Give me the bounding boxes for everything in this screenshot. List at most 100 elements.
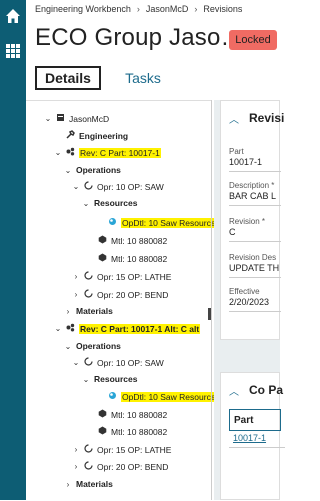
revision-description-label: Revision Des <box>229 253 277 262</box>
tree-node[interactable]: ⌄ Opr: 10 OP: SAW <box>72 357 164 368</box>
breadcrumb-item[interactable]: Engineering Workbench <box>35 4 131 14</box>
operation-icon <box>84 181 93 192</box>
page-title: ECO Group Jaso… <box>35 24 245 51</box>
tree-node[interactable]: ⌄ JasonMcD <box>44 113 110 124</box>
tree-node[interactable]: Engineering <box>54 130 128 141</box>
chevron-up-icon[interactable]: ︿ <box>229 111 239 126</box>
chevron-down-icon[interactable]: ⌄ <box>72 358 80 367</box>
tree-node[interactable]: › Materials <box>64 479 113 489</box>
chevron-down-icon[interactable]: ⌄ <box>44 114 52 123</box>
tree-node[interactable]: Mtl: 10 880082 <box>86 426 167 437</box>
chevron-down-icon[interactable]: ⌄ <box>54 324 62 333</box>
tree-node[interactable]: › Opr: 20 OP: BEND <box>72 461 168 472</box>
co-parts-section-title: Co Pa <box>249 383 284 397</box>
effective-value: 2/20/2023 <box>229 297 270 307</box>
tree-node-label: Materials <box>76 479 113 489</box>
home-icon[interactable] <box>5 8 21 24</box>
description-field[interactable]: Description * BAR CAB L <box>229 181 281 206</box>
tab-tasks[interactable]: Tasks <box>118 66 168 90</box>
description-label: Description * <box>229 181 275 190</box>
structure-tree: ⌄ JasonMcD Engineering ⌄ Rev: C Part: 10017-… <box>26 100 217 501</box>
part-field[interactable]: Part 10017-1 <box>229 147 281 172</box>
chevron-right-icon[interactable]: › <box>72 445 80 454</box>
tree-node[interactable]: › Opr: 15 OP: LATHE <box>72 271 171 282</box>
tree-node[interactable]: Mtl: 10 880082 <box>86 409 167 420</box>
chevron-down-icon[interactable]: ⌄ <box>64 166 72 175</box>
tree-node-label: Mtl: 10 880082 <box>111 409 168 420</box>
grid-column-part[interactable]: Part <box>229 409 281 431</box>
revision-description-field[interactable]: Revision Des UPDATE TH <box>229 253 281 278</box>
tree-node-label: OpDtl: 10 Saw Resource <box>121 391 217 402</box>
chevron-right-icon[interactable]: › <box>64 480 72 489</box>
nav-rail <box>0 0 26 500</box>
tree-node-label: OpDtl: 10 Saw Resource <box>121 217 217 228</box>
tree-node[interactable]: ⌄ Resources <box>82 198 138 208</box>
tree-node[interactable]: › Opr: 15 OP: LATHE <box>72 444 171 455</box>
revision-field[interactable]: Revision * C <box>229 217 281 242</box>
effective-field[interactable]: Effective 2/20/2023 <box>229 287 281 312</box>
tree-node-label: Resources <box>94 198 138 208</box>
chevron-down-icon[interactable]: ⌄ <box>64 342 72 351</box>
revision-section-header[interactable]: ︿ Revisi <box>221 101 285 135</box>
group-icon <box>56 113 65 124</box>
tree-node[interactable]: OpDtl: 10 Saw Resource <box>96 391 217 402</box>
tree-node[interactable]: › Materials <box>64 306 113 316</box>
tree-node[interactable]: ⌄ Resources <box>82 374 138 384</box>
tree-node[interactable]: › Opr: 20 OP: BEND <box>72 289 168 300</box>
tree-node-label: Rev: C Part: 10017-1 <box>79 147 161 158</box>
chevron-right-icon[interactable]: › <box>72 272 80 281</box>
chevron-down-icon[interactable]: ⌄ <box>72 182 80 191</box>
breadcrumb-separator: › <box>136 4 140 14</box>
revision-icon <box>66 323 75 334</box>
tree-node[interactable]: Mtl: 10 880082 <box>86 253 167 264</box>
description-value: BAR CAB L <box>229 191 277 201</box>
tree-node[interactable]: ⌄ Opr: 10 OP: SAW <box>72 181 164 192</box>
tree-node[interactable]: Mtl: 10 880082 <box>86 235 167 246</box>
material-icon <box>98 253 107 264</box>
panel-splitter[interactable] <box>211 100 212 500</box>
operation-icon <box>84 461 93 472</box>
co-parts-section-header[interactable]: ︿ Co Pa <box>221 373 284 407</box>
chevron-up-icon[interactable]: ︿ <box>229 383 239 398</box>
chevron-down-icon[interactable]: ⌄ <box>82 375 90 384</box>
tree-node-label: Opr: 10 OP: SAW <box>97 181 164 192</box>
material-icon <box>98 426 107 437</box>
tree-node-label: Opr: 15 OP: LATHE <box>97 271 172 282</box>
breadcrumb-item[interactable]: Revisions <box>203 4 242 14</box>
tree-node[interactable]: ⌄ Operations <box>64 165 121 175</box>
chevron-right-icon[interactable]: › <box>72 462 80 471</box>
chevron-right-icon[interactable]: › <box>64 307 72 316</box>
tree-node[interactable]: ⌄ Operations <box>64 341 121 351</box>
revision-label: Revision * <box>229 217 266 226</box>
resource-icon <box>108 217 117 228</box>
apps-grid-icon[interactable] <box>5 43 21 59</box>
chevron-down-icon[interactable]: ⌄ <box>82 199 90 208</box>
tree-node-label: Opr: 15 OP: LATHE <box>97 444 172 455</box>
tree-node-label: Materials <box>76 306 113 316</box>
tree-node[interactable]: OpDtl: 10 Saw Resource <box>96 217 217 228</box>
tab-details[interactable]: Details <box>35 66 101 90</box>
tree-node-label: Mtl: 10 880082 <box>111 235 168 246</box>
revision-icon <box>66 147 75 158</box>
tree-node[interactable]: ⌄ Rev: C Part: 10017-1 <box>54 147 161 158</box>
revision-description-value: UPDATE TH <box>229 263 280 273</box>
tree-node-label: Opr: 20 OP: BEND <box>97 289 169 300</box>
chevron-right-icon[interactable]: › <box>72 290 80 299</box>
wrench-icon <box>66 130 75 141</box>
grid-cell-part[interactable]: 10017-1 <box>229 433 285 448</box>
revision-card: ︿ Revisi Part 10017-1 Description * BAR CA… <box>220 100 285 340</box>
tree-node-label: Operations <box>76 165 121 175</box>
revision-section-title: Revisi <box>249 111 285 125</box>
resource-icon <box>108 391 117 402</box>
tree-node-label: Rev: C Part: 10017-1 Alt: C alt <box>79 323 201 334</box>
part-label: Part <box>229 147 244 156</box>
material-icon <box>98 235 107 246</box>
chevron-down-icon[interactable]: ⌄ <box>54 148 62 157</box>
co-parts-card: ︿ Co Pa Part 10017-1 <box>220 372 285 500</box>
tree-node-label: JasonMcD <box>69 113 110 124</box>
effective-label: Effective <box>229 287 260 296</box>
tree-node-label: Opr: 20 OP: BEND <box>97 461 169 472</box>
breadcrumb-item[interactable]: JasonMcD <box>146 4 189 14</box>
splitter-grip-icon[interactable] <box>208 308 211 320</box>
tree-node[interactable]: ⌄ Rev: C Part: 10017-1 Alt: C alt <box>54 323 201 334</box>
